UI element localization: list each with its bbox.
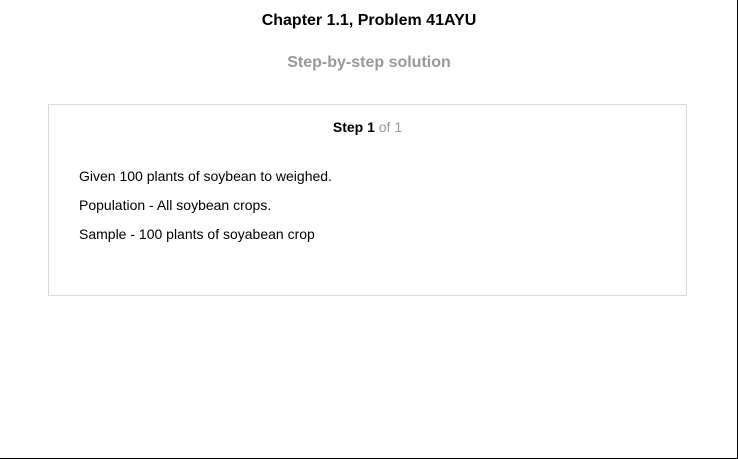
step-body: Given 100 plants of soybean to weighed. … [79, 167, 666, 254]
page-title: Chapter 1.1, Problem 41AYU [261, 12, 477, 29]
step-line-sample: Sample - 100 plants of soyabean crop [79, 226, 315, 242]
step-line-given: Given 100 plants of soybean to weighed. [79, 168, 332, 184]
step-card: Step 1 of 1 Given 100 plants of soybean … [48, 104, 687, 296]
step-header: Step 1 of 1 [49, 119, 686, 135]
solution-subtitle: Step-by-step solution [287, 54, 451, 71]
step-line-population: Population - All soybean crops. [79, 197, 272, 213]
step-count: of 1 [378, 119, 403, 135]
step-label: Step 1 [332, 119, 375, 135]
